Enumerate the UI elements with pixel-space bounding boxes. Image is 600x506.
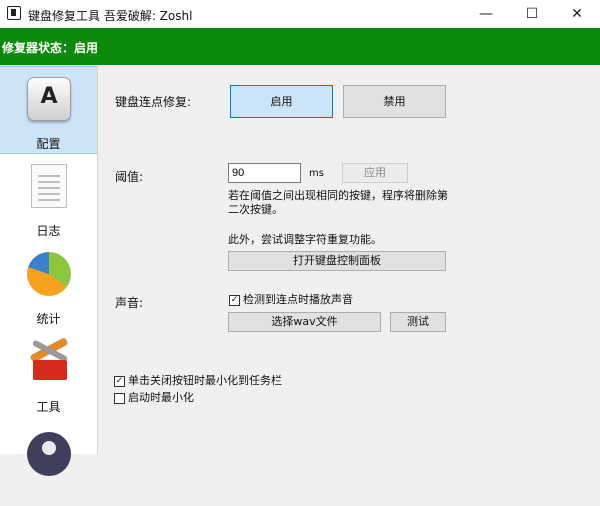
document-icon [31,164,67,208]
status-text: 修复器状态：启用 [2,41,99,55]
minimize-button[interactable]: — [463,0,509,28]
minimize-on-close-label: 单击关闭按钮时最小化到任务栏 [128,374,282,387]
sidebar-item-stats[interactable]: 统计 [0,242,97,330]
disable-button[interactable]: 禁用 [343,85,446,118]
start-minimized-checkbox[interactable] [114,393,125,404]
sidebar-item-label: 统计 [36,312,61,326]
sidebar: A 配置 日志 统计 工具 [0,66,98,476]
sidebar-item-label: 配置 [36,137,61,151]
open-keyboard-panel-button[interactable]: 打开键盘控制面板 [228,251,446,271]
pie-chart-icon [27,252,71,296]
sidebar-item-label: 日志 [36,224,61,238]
sound-checkbox-label: 检测到连点时播放声音 [243,293,353,306]
extra-note: 此外，尝试调整字符重复功能。 [228,233,382,246]
test-sound-button[interactable]: 测试 [390,312,446,332]
maximize-button[interactable]: ☐ [509,0,555,28]
sidebar-item-about[interactable] [0,418,97,506]
threshold-label: 阈值: [115,170,144,184]
sidebar-item-config[interactable]: A 配置 [0,66,97,154]
status-bar: 修复器状态：启用 [0,28,600,65]
repair-label: 键盘连点修复: [115,95,192,109]
start-minimized-label: 启动时最小化 [128,391,194,404]
sidebar-item-tools[interactable]: 工具 [0,330,97,418]
apply-button[interactable]: 应用 [342,163,408,183]
title-bar: 键盘修复工具 吾爱破解: Zoshl — ☐ ✕ [0,0,600,29]
sidebar-item-label: 工具 [36,400,61,414]
keyboard-key-icon: A [27,77,71,121]
keyboard-app-icon [7,6,21,20]
threshold-description-line2: 二次按键。 [228,203,283,216]
window-title: 键盘修复工具 吾爱破解: Zoshl [28,9,193,23]
threshold-unit: ms [309,168,324,179]
sound-label: 声音: [115,296,144,310]
sound-checkbox[interactable]: ✓ [229,295,240,306]
choose-wav-button[interactable]: 选择wav文件 [228,312,381,332]
enable-button[interactable]: 启用 [230,85,333,118]
user-avatar-icon [27,432,71,476]
threshold-input[interactable] [228,163,301,183]
close-button[interactable]: ✕ [554,0,600,28]
toolbox-icon [27,337,71,384]
sidebar-item-log[interactable]: 日志 [0,154,97,242]
minimize-on-close-checkbox[interactable]: ✓ [114,376,125,387]
threshold-description-line1: 若在阈值之间出现相同的按键，程序将删除第 [228,189,448,202]
